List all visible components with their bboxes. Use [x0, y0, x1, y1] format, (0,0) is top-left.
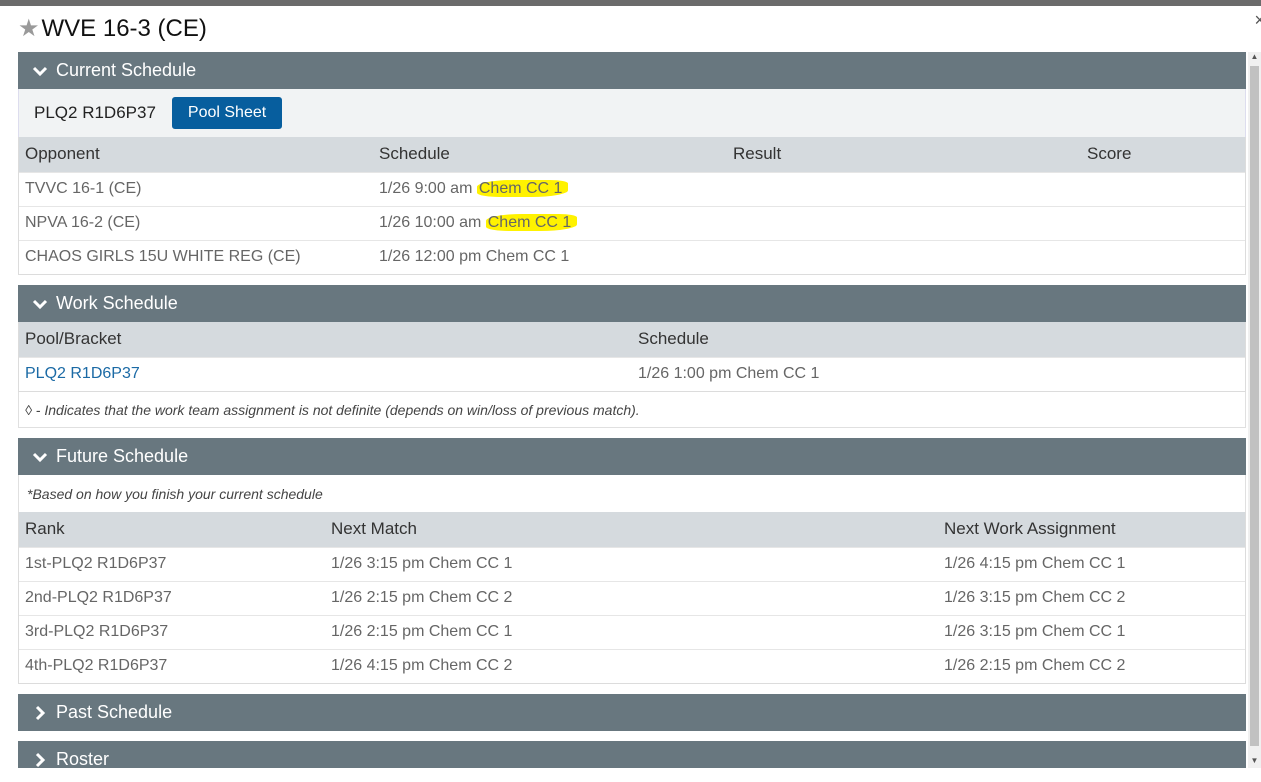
table-row: 2nd-PLQ2 R1D6P37 1/26 2:15 pm Chem CC 2 …	[19, 580, 1245, 615]
chevron-down-icon	[30, 447, 50, 467]
table-row: CHAOS GIRLS 15U WHITE REG (CE) 1/26 12:0…	[19, 239, 1245, 274]
current-schedule-table-wrap: Opponent Schedule Result Score TVVC 16-1…	[18, 137, 1246, 275]
future-schedule-table-wrap: Rank Next Match Next Work Assignment 1st…	[18, 512, 1246, 684]
score-cell	[1081, 205, 1245, 240]
col-schedule: Schedule	[632, 322, 1245, 357]
match-time: 1/26 12:00 pm	[379, 248, 482, 266]
pool-link[interactable]: PLQ2 R1D6P37	[25, 365, 140, 382]
next-match-cell: 1/26 3:15 pm Chem CC 1	[325, 546, 938, 581]
table-header-row: Opponent Schedule Result Score	[19, 137, 1245, 172]
next-work-cell: 1/26 3:15 pm Chem CC 2	[938, 580, 1245, 615]
col-score: Score	[1081, 137, 1245, 172]
modal-title-row: ★ WVE 16-3 (CE)	[18, 14, 207, 44]
schedule-cell: 1/26 12:00 pm Chem CC 1	[373, 239, 727, 274]
next-work-cell: 1/26 2:15 pm Chem CC 2	[938, 648, 1245, 683]
match-time: 1/26 9:00 am	[379, 180, 473, 197]
court-highlighted: Chem CC 1	[476, 180, 569, 197]
modal-title: WVE 16-3 (CE)	[41, 15, 207, 42]
col-next-match: Next Match	[325, 512, 938, 547]
roster-title: Roster	[56, 749, 110, 769]
bottom-edge	[0, 768, 1261, 782]
rank-cell: 2nd-PLQ2 R1D6P37	[19, 580, 325, 615]
past-schedule-header[interactable]: Past Schedule	[18, 694, 1246, 731]
rank-cell: 3rd-PLQ2 R1D6P37	[19, 614, 325, 649]
court: Chem CC 1	[485, 248, 570, 266]
current-schedule-table: Opponent Schedule Result Score TVVC 16-1…	[19, 137, 1245, 274]
current-schedule-title: Current Schedule	[56, 60, 197, 80]
chevron-right-icon	[30, 703, 50, 723]
close-icon[interactable]: ×	[1254, 10, 1261, 31]
col-rank: Rank	[19, 512, 325, 547]
col-opponent: Opponent	[19, 137, 373, 172]
table-row: 4th-PLQ2 R1D6P37 1/26 4:15 pm Chem CC 2 …	[19, 648, 1245, 683]
result-cell	[727, 171, 1081, 206]
chevron-right-icon	[30, 750, 50, 770]
result-cell	[727, 205, 1081, 240]
rank-cell: 4th-PLQ2 R1D6P37	[19, 648, 325, 683]
table-row: 1st-PLQ2 R1D6P37 1/26 3:15 pm Chem CC 1 …	[19, 546, 1245, 581]
court-highlighted: Chem CC 1	[485, 214, 578, 231]
col-result: Result	[727, 137, 1081, 172]
pool-name: PLQ2 R1D6P37	[34, 103, 156, 122]
past-schedule-title: Past Schedule	[56, 702, 173, 722]
future-schedule-table: Rank Next Match Next Work Assignment 1st…	[19, 512, 1245, 683]
next-work-cell: 1/26 4:15 pm Chem CC 1	[938, 546, 1245, 581]
modal-content: Current Schedule PLQ2 R1D6P37 Pool Sheet…	[18, 52, 1246, 778]
current-schedule-header[interactable]: Current Schedule	[18, 52, 1246, 89]
future-schedule-header[interactable]: Future Schedule	[18, 438, 1246, 475]
rank-cell: 1st-PLQ2 R1D6P37	[19, 546, 325, 581]
table-row: 3rd-PLQ2 R1D6P37 1/26 2:15 pm Chem CC 1 …	[19, 614, 1245, 649]
scroll-down-icon[interactable]: ▼	[1248, 756, 1261, 768]
work-note: ◊ - Indicates that the work team assignm…	[18, 392, 1246, 428]
chevron-down-icon	[30, 294, 50, 314]
next-match-cell: 1/26 2:15 pm Chem CC 1	[325, 614, 938, 649]
opponent-cell: TVVC 16-1 (CE)	[19, 171, 373, 206]
table-row: NPVA 16-2 (CE) 1/26 10:00 am Chem CC 1	[19, 205, 1245, 240]
col-next-work: Next Work Assignment	[938, 512, 1245, 547]
next-work-cell: 1/26 3:15 pm Chem CC 1	[938, 614, 1245, 649]
next-match-cell: 1/26 4:15 pm Chem CC 2	[325, 648, 938, 683]
work-schedule-table-wrap: Pool/Bracket Schedule PLQ2 R1D6P37 1/26 …	[18, 322, 1246, 392]
table-row: PLQ2 R1D6P37 1/26 1:00 pm Chem CC 1	[19, 356, 1245, 391]
chevron-down-icon	[30, 61, 50, 81]
pool-sheet-button[interactable]: Pool Sheet	[171, 97, 283, 129]
work-schedule-table: Pool/Bracket Schedule PLQ2 R1D6P37 1/26 …	[19, 322, 1245, 391]
table-header-row: Pool/Bracket Schedule	[19, 322, 1245, 357]
future-note: *Based on how you finish your current sc…	[18, 475, 1246, 512]
future-schedule-title: Future Schedule	[56, 446, 189, 466]
pool-bar: PLQ2 R1D6P37 Pool Sheet	[18, 89, 1246, 137]
pool-cell: PLQ2 R1D6P37	[19, 356, 632, 391]
match-time: 1/26 10:00 am	[379, 214, 482, 231]
result-cell	[727, 239, 1081, 274]
scrollbar-thumb[interactable]	[1250, 66, 1259, 746]
work-schedule-header[interactable]: Work Schedule	[18, 285, 1246, 322]
schedule-cell: 1/26 1:00 pm Chem CC 1	[632, 356, 1245, 391]
col-schedule: Schedule	[373, 137, 727, 172]
score-cell	[1081, 239, 1245, 274]
vertical-scrollbar[interactable]: ▲ ▼	[1248, 52, 1261, 770]
col-pool-bracket: Pool/Bracket	[19, 322, 632, 357]
opponent-cell: CHAOS GIRLS 15U WHITE REG (CE)	[19, 239, 373, 274]
work-schedule-title: Work Schedule	[56, 293, 178, 313]
schedule-cell: 1/26 10:00 am Chem CC 1	[373, 205, 727, 240]
table-header-row: Rank Next Match Next Work Assignment	[19, 512, 1245, 547]
table-row: TVVC 16-1 (CE) 1/26 9:00 am Chem CC 1	[19, 171, 1245, 206]
scroll-up-icon[interactable]: ▲	[1248, 52, 1261, 64]
star-icon[interactable]: ★	[18, 17, 40, 41]
schedule-cell: 1/26 9:00 am Chem CC 1	[373, 171, 727, 206]
opponent-cell: NPVA 16-2 (CE)	[19, 205, 373, 240]
score-cell	[1081, 171, 1245, 206]
next-match-cell: 1/26 2:15 pm Chem CC 2	[325, 580, 938, 615]
